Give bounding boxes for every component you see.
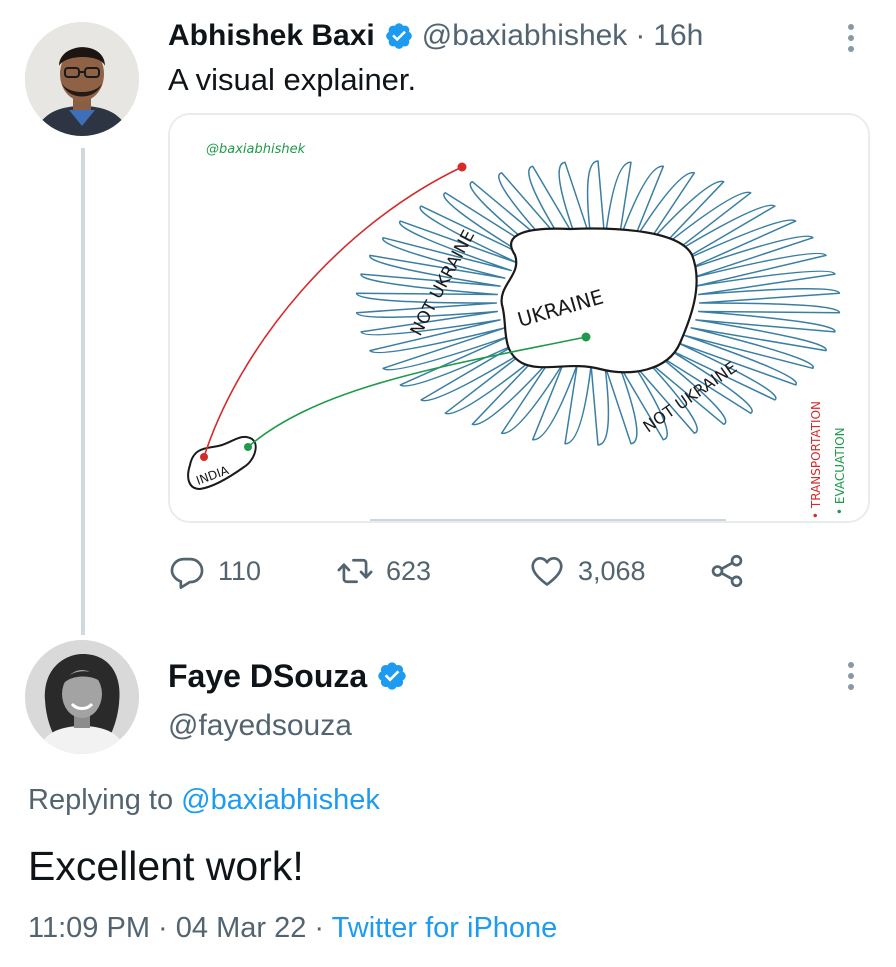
- author-name[interactable]: Abhishek Baxi: [168, 19, 375, 53]
- reply-count: 110: [218, 555, 262, 586]
- retweet-icon: [337, 558, 373, 584]
- reply-author-handle[interactable]: @fayedsouza: [168, 709, 352, 743]
- author-avatar-image: [25, 22, 139, 136]
- visual-explainer-drawing: @baxiabhishek UKRAINE NOT UKRAINE NOT UK…: [170, 115, 868, 521]
- evacuation-start: [244, 443, 252, 451]
- replying-to-link[interactable]: @baxiabhishek: [181, 784, 380, 816]
- reply-source-link[interactable]: Twitter for iPhone: [332, 912, 558, 944]
- like-count: 3,068: [578, 555, 646, 586]
- more-options-icon[interactable]: [836, 656, 866, 696]
- share-icon: [711, 554, 743, 588]
- author-avatar[interactable]: [25, 22, 139, 136]
- reply-text: Excellent work!: [28, 843, 304, 889]
- transportation-endpoint: [457, 162, 467, 172]
- replying-prefix: Replying to: [28, 784, 174, 816]
- meta-separator-2: ·: [314, 912, 325, 944]
- thread-connector-line: [81, 148, 85, 635]
- author-handle[interactable]: @baxiabhishek: [422, 19, 628, 53]
- more-options-icon[interactable]: [836, 18, 866, 58]
- share-button[interactable]: [708, 548, 746, 594]
- tweet-media-image[interactable]: @baxiabhishek UKRAINE NOT UKRAINE NOT UK…: [168, 113, 870, 523]
- reply-author-name[interactable]: Faye DSouza: [168, 658, 367, 695]
- verified-badge-icon: [378, 662, 406, 690]
- reply-meta: 11:09 PM · 04 Mar 22 · Twitter for iPhon…: [28, 912, 557, 945]
- like-icon: [531, 556, 563, 586]
- legend-transportation: • TRANSPORTATION: [809, 401, 823, 519]
- reply-date[interactable]: 04 Mar 22: [176, 912, 307, 944]
- verified-badge-icon: [385, 23, 412, 49]
- tweet-timestamp[interactable]: 16h: [653, 19, 703, 53]
- replying-to-line: Replying to @baxiabhishek: [28, 784, 380, 817]
- tweet-actions: 110 623 3,068: [168, 548, 808, 594]
- header-separator: ·: [635, 19, 646, 52]
- tweet-header: Abhishek Baxi @baxiabhishek · 16h: [168, 16, 703, 56]
- tweet-text: A visual explainer.: [168, 62, 417, 97]
- reply-header: Faye DSouza: [168, 654, 408, 698]
- transportation-start: [200, 453, 208, 461]
- reply-button[interactable]: 110: [168, 548, 261, 594]
- media-indicator: [370, 519, 726, 521]
- tweet-thread: Abhishek Baxi @baxiabhishek · 16h A visu…: [0, 0, 896, 967]
- legend-evacuation: • EVACUATION: [833, 427, 847, 515]
- evacuation-endpoint: [581, 332, 591, 342]
- reply-icon: [170, 557, 204, 589]
- reply-author-avatar-image: [25, 640, 139, 754]
- meta-separator-1: ·: [158, 912, 168, 944]
- like-button[interactable]: 3,068: [528, 548, 646, 594]
- watermark-text: @baxiabhishek: [206, 142, 306, 157]
- reply-time[interactable]: 11:09 PM: [28, 912, 150, 944]
- retweet-count: 623: [386, 555, 432, 586]
- reply-author-avatar[interactable]: [25, 640, 139, 754]
- retweet-button[interactable]: 623: [336, 548, 431, 594]
